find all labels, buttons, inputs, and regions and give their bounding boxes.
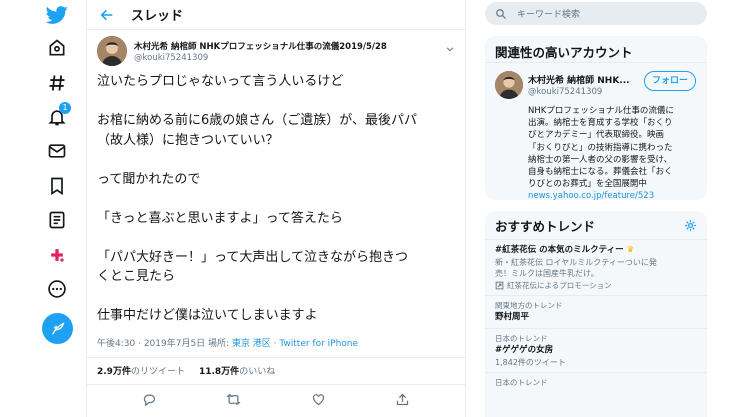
back-arrow-icon[interactable] [99,7,115,23]
tweet-actions [87,385,465,415]
trend-desc: 売！ミルクは国産牛乳だけ。 [495,269,599,278]
trend-item[interactable]: #紅茶花伝 の本気のミルクティー ♛ 新・紅茶花伝 ロイヤルミルクティーついに発… [485,240,707,296]
tweet-line: 仕事中だけど僕は泣いてしまいますよ [97,308,318,323]
share-icon[interactable] [395,392,411,408]
tweet-line: 「きっと喜ぶと思いますよ」って答えたら [97,210,343,226]
trends-panel: おすすめトレンド #紅茶花伝 の本気のミルクティー ♛ 新・紅茶花伝 ロイヤルミ… [485,211,707,417]
related-bio: NHKプロフェッショナル仕事の流儀に 出演。納棺士を育成する学校「おくり びとア… [528,105,674,203]
related-account: 木村光希 納棺師 NHK... @kouki75241309 フォロー NHKプ… [485,63,707,203]
tweet-stats: 2.9万件のリツイート 11.8万件のいいね [87,358,465,385]
tweet-source-link[interactable]: Twitter for iPhone [279,339,358,349]
bio-link[interactable]: news.yahoo.co.jp/feature/523 [528,190,674,202]
related-title: 関連性の高いアカウント [485,36,707,63]
avatar[interactable] [495,71,523,99]
trend-count: 1,842件のツイート [495,358,566,367]
tweet-time[interactable]: 午後4:30 [97,339,135,349]
promoted-icon [495,281,504,290]
bio-line: 納棺士の第一人者の父の影響を受け、 [528,154,673,165]
thread-column: スレッド 木村光希 納棺師 NHKプロフェッショナル仕事の流儀2019/5/28… [86,0,466,417]
retweet-label: のリツイート [130,367,185,377]
related-name[interactable]: 木村光希 納棺師 NHK... [528,73,630,86]
page-title: スレッド [131,9,184,24]
tweet-text: 泣いたらプロじゃないって言う人いるけど お棺に納める前に6歳の娘さん（ご遺族）が… [87,72,465,326]
follow-button[interactable]: フォロー [644,71,696,91]
retweet-icon[interactable] [226,392,242,408]
tweet-line: 泣いたらプロじゃないって言う人いるけど [97,74,344,89]
mail-icon[interactable] [44,138,70,164]
thread-header: スレッド [87,0,465,30]
avatar[interactable] [97,36,127,66]
more-icon[interactable] [44,276,70,302]
like-icon[interactable] [310,392,326,408]
trend-item[interactable]: 関東地方のトレンド 野村周平 [485,296,707,329]
home-icon[interactable] [44,35,70,61]
trends-title: おすすめトレンド [495,218,596,234]
bio-line: びとアカデミー」代表取締役。映画 [528,130,665,141]
twitter-logo-icon[interactable] [44,2,70,28]
tweet-place-link[interactable]: 東京 港区 [232,339,271,349]
trends-header: おすすめトレンド [485,211,707,240]
bio-line: りびとのお葬式」を全国展開中 [528,179,647,190]
bio-line: 「おくりびと」の技術指導に携わった [528,142,673,153]
trend-meta: 関東地方のトレンド [495,301,563,310]
bio-line: 自身も納棺士になる。葬儀会社「おく [528,167,673,178]
left-nav: 1 [0,0,82,417]
tweet-date[interactable]: 2019年7月5日 [144,339,205,349]
trend-desc: 新・紅茶花伝 ロイヤルミルクティーついに発 [495,258,657,267]
author-handle[interactable]: @kouki75241309 [134,53,208,63]
author-name[interactable]: 木村光希 納棺師 NHKプロフェッショナル仕事の流儀2019/5/28 [134,40,387,52]
place-prefix: 場所: [205,338,232,349]
related-handle[interactable]: @kouki75241309 [528,87,602,97]
hashtag-icon[interactable] [44,70,70,96]
tweet-line: （故人様）に抱きついていい？ [97,132,279,148]
trend-item[interactable]: 日本のトレンド [485,373,707,392]
moments-icon[interactable] [44,242,70,268]
gear-icon[interactable] [684,219,697,232]
meta-separator: · [135,338,144,349]
tweet-meta: 午後4:30 · 2019年7月5日 場所: 東京 港区 · Twitter f… [87,326,465,358]
retweet-count: 2.9万件 [97,367,131,377]
bio-line: NHKプロフェッショナル仕事の流儀に [528,106,674,116]
chevron-down-icon[interactable] [445,39,455,52]
search-icon [495,8,507,20]
bio-line: 出演。納棺士を育成する学校「おくり [528,118,673,129]
tweet-line: お棺に納める前に6歳の娘さん（ご遺族）が、最後パパ [97,113,418,128]
trend-promo: 紅茶花伝によるプロモーション [495,280,697,291]
list-icon[interactable] [44,207,70,233]
search-input[interactable]: キーワード検索 [485,2,707,25]
compose-icon [51,321,64,335]
tweet-author: 木村光希 納棺師 NHKプロフェッショナル仕事の流儀2019/5/28 @kou… [87,36,465,72]
trend-name: #紅茶花伝 の本気のミルクティー ♛ [495,245,635,255]
tweet-line: 「パパ大好きー！」って大声出して泣きながら抱きつ [97,249,408,265]
right-sidebar: キーワード検索 関連性の高いアカウント 木村光希 納棺師 NHK... @kou… [485,0,707,417]
trend-item[interactable]: 日本のトレンド #ゲゲゲの女房 1,842件のツイート [485,329,707,373]
tweet-line: くとこ見たら [97,269,176,284]
like-count: 11.8万件 [198,367,240,377]
compose-button[interactable] [42,313,73,344]
tweet-line: って聞かれたので [97,171,201,187]
trend-meta: 日本のトレンド [495,378,548,387]
bell-icon[interactable]: 1 [44,102,71,130]
notification-badge: 1 [59,102,71,114]
trend-name: 野村周平 [495,312,530,322]
like-label: のいいね [239,367,276,377]
bookmark-icon[interactable] [44,173,70,199]
search-placeholder: キーワード検索 [517,10,581,20]
crown-icon: ♛ [626,245,635,255]
trend-meta: 日本のトレンド [495,334,548,343]
related-accounts-panel: 関連性の高いアカウント 木村光希 納棺師 NHK... @kouki752413… [485,36,707,203]
trend-name: #ゲゲゲの女房 [495,345,554,355]
reply-icon[interactable] [141,392,157,408]
retweet-stat[interactable]: 2.9万件のリツイート [97,364,185,377]
like-stat[interactable]: 11.8万件のいいね [199,364,275,377]
